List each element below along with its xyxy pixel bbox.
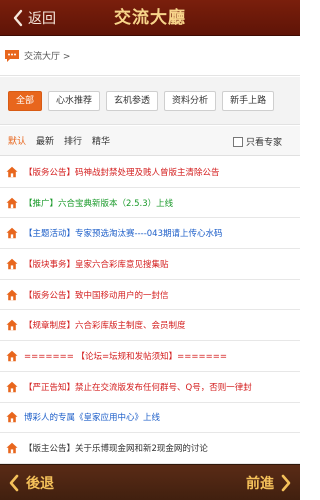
- prev-button[interactable]: 後退: [8, 465, 54, 500]
- prev-label: 後退: [26, 476, 54, 492]
- chevron-left-icon: [13, 9, 23, 27]
- list-item[interactable]: 【推广】六合宝典新版本（2.5.3）上线: [0, 188, 300, 219]
- filter-mystery[interactable]: 玄机参透: [106, 90, 159, 111]
- home-icon: [6, 350, 18, 362]
- home-icon: [6, 228, 18, 239]
- expert-only-checkbox[interactable]: [232, 136, 243, 147]
- expert-only-label: 只看专家: [245, 138, 282, 148]
- post-title: 【版主公告】关于乐博现金网和新2现金网的讨论: [24, 444, 208, 455]
- sort-ranking[interactable]: 排行: [64, 134, 82, 147]
- title-bar: 返回 交流大廳: [0, 0, 300, 36]
- back-button[interactable]: 返回: [6, 6, 62, 30]
- list-item[interactable]: 【版主公告】关于乐博现金网和新2现金网的讨论: [0, 433, 300, 464]
- post-list: 【版务公告】码神战封禁处理及贱人曾版主清除公告 【推广】六合宝典新版本（2.5.…: [0, 157, 300, 464]
- filter-analysis[interactable]: 资料分析: [164, 90, 217, 111]
- home-icon: [6, 320, 18, 331]
- home-icon: [6, 381, 18, 392]
- home-icon: [6, 289, 18, 300]
- list-item[interactable]: 【主题活动】专家预选淘汰赛----043期请上传心水码: [0, 218, 300, 250]
- sort-default[interactable]: 默认: [8, 134, 26, 147]
- chevron-right-icon: [281, 474, 291, 492]
- home-icon: [6, 442, 18, 454]
- post-title: ======= 【论坛=坛规和发帖须知】=======: [24, 351, 228, 362]
- next-label: 前進: [246, 476, 274, 492]
- post-title: 【主题活动】专家预选淘汰赛----043期请上传心水码: [24, 229, 223, 240]
- list-item[interactable]: ======= 【论坛=坛规和发帖须知】=======: [0, 341, 300, 372]
- list-item[interactable]: 【版块事务】皇家六合彩库意见搜集贴: [0, 249, 300, 280]
- list-item[interactable]: 博彩人的专属《皇家应用中心》上线: [0, 403, 300, 434]
- breadcrumb[interactable]: 交流大厅 >: [24, 49, 70, 62]
- post-title: 【版务公告】致中国移动用户的一封信: [24, 290, 169, 301]
- post-title: 【规章制度】六合彩库版主制度、会员制度: [24, 321, 186, 332]
- sort-bar: 默认 最新 排行 精华 只看专家: [0, 126, 300, 156]
- filter-recommend[interactable]: 心水推荐: [48, 90, 101, 111]
- expert-only-toggle[interactable]: 只看专家: [232, 135, 282, 148]
- post-title: 【版块事务】皇家六合彩库意见搜集贴: [24, 259, 169, 270]
- post-title: 【严正告知】禁止在交流版发布任何群号、Q号，否则一律封: [24, 382, 252, 393]
- post-title: 【版务公告】码神战封禁处理及贱人曾版主清除公告: [24, 167, 220, 178]
- post-title: 博彩人的专属《皇家应用中心》上线: [24, 413, 161, 424]
- category-filter-bar: 全部 心水推荐 玄机参透 资料分析 新手上路: [0, 77, 300, 125]
- home-icon: [6, 258, 18, 270]
- home-icon: [6, 166, 18, 178]
- filter-newbie[interactable]: 新手上路: [222, 90, 275, 111]
- list-item[interactable]: 【版务公告】致中国移动用户的一封信: [0, 280, 300, 311]
- list-item[interactable]: 【版务公告】码神战封禁处理及贱人曾版主清除公告: [0, 157, 300, 188]
- list-item[interactable]: 【规章制度】六合彩库版主制度、会员制度: [0, 310, 300, 342]
- sort-featured[interactable]: 精华: [92, 134, 110, 147]
- next-button[interactable]: 前進: [246, 465, 292, 500]
- chat-bubble-icon: [5, 49, 19, 62]
- breadcrumb-bar: 交流大厅 >: [0, 36, 300, 76]
- chevron-left-icon: [9, 474, 19, 492]
- bottom-nav-bar: 後退 前進: [0, 464, 300, 500]
- home-icon: [6, 412, 18, 423]
- sort-latest[interactable]: 最新: [36, 134, 54, 147]
- post-title: 【推广】六合宝典新版本（2.5.3）上线: [24, 198, 174, 209]
- back-label: 返回: [28, 11, 56, 27]
- home-icon: [6, 197, 18, 208]
- list-item[interactable]: 【严正告知】禁止在交流版发布任何群号、Q号，否则一律封: [0, 372, 300, 403]
- filter-all[interactable]: 全部: [8, 90, 43, 111]
